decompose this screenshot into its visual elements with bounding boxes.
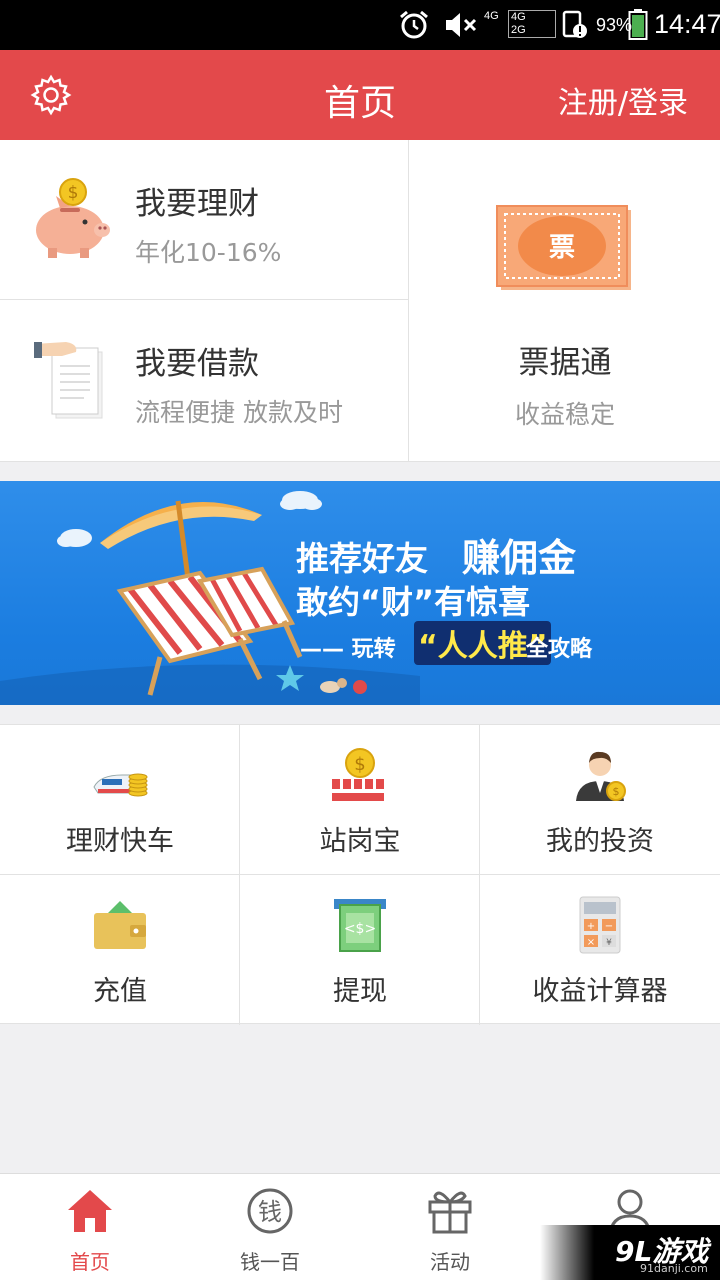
bill-subtitle: 收益稳定 xyxy=(514,400,615,429)
grid-label: 我的投资 xyxy=(546,826,654,857)
grid-label: 充值 xyxy=(93,976,147,1007)
banner-line1b: 赚佣金 xyxy=(462,536,577,580)
bill-ticket-icon: 票 xyxy=(496,205,631,290)
feature-cards: $ 我要理财 年化10-16% 我要借款 流程便捷 放款及时 票 票据通 收益稳… xyxy=(0,140,720,462)
svg-text:票: 票 xyxy=(549,233,575,263)
grid-label: 站岗宝 xyxy=(319,826,401,857)
invest-card[interactable]: $ 我要理财 年化10-16% xyxy=(0,140,408,300)
tab-label: 钱一百 xyxy=(240,1250,300,1274)
top-navbar: 首页 注册/登录 xyxy=(0,50,720,140)
svg-text:钱: 钱 xyxy=(258,1198,282,1226)
bill-card[interactable]: 票 票据通 收益稳定 xyxy=(408,140,720,462)
tab-money[interactable]: 钱 钱一百 xyxy=(180,1174,360,1280)
signal-indicator: 4G 2G xyxy=(508,10,556,38)
svg-text:$: $ xyxy=(68,183,79,203)
tab-activity[interactable]: 活动 xyxy=(360,1174,540,1280)
grid-label: 收益计算器 xyxy=(532,976,668,1007)
svg-text:−: − xyxy=(605,921,613,932)
grid-item-withdraw[interactable]: <$> 提现 xyxy=(240,875,480,1025)
banner-line1a: 推荐好友 xyxy=(296,539,428,578)
loan-title: 我要借款 xyxy=(135,346,259,382)
money-icon: 钱 xyxy=(247,1188,293,1234)
svg-text:$: $ xyxy=(613,785,620,798)
svg-text:×: × xyxy=(587,937,595,948)
invest-title: 我要理财 xyxy=(135,186,259,222)
calculator-icon: + −× ¥ xyxy=(579,896,621,954)
clock: 14:47 xyxy=(654,9,720,39)
train-coin-icon xyxy=(93,773,148,797)
grid-item-calculator[interactable]: + − × ¥ 收益计算器 xyxy=(480,875,720,1025)
grid-item-my-investment[interactable]: $ 我的投资 xyxy=(480,725,720,875)
svg-text:+: + xyxy=(587,921,595,932)
withdraw-icon: <$> xyxy=(334,899,386,952)
mute-icon xyxy=(446,13,477,37)
battery-percent: 93% xyxy=(596,15,633,35)
status-bar: 4G 4G 2G 93% 14:47 xyxy=(0,0,720,50)
watermark-url: 91danji.com xyxy=(640,1262,708,1275)
gift-icon xyxy=(428,1191,472,1234)
alarm-icon xyxy=(400,10,428,39)
svg-text:¥: ¥ xyxy=(606,938,612,948)
loan-card[interactable]: 我要借款 流程便捷 放款及时 xyxy=(0,300,408,462)
battery-icon xyxy=(628,9,648,40)
piggy-bank-icon: $ xyxy=(36,178,110,258)
wallet-icon xyxy=(94,901,146,949)
login-register-link[interactable]: 注册/登录 xyxy=(558,78,688,122)
invest-subtitle: 年化10-16% xyxy=(135,238,282,267)
tab-label: 活动 xyxy=(430,1250,470,1274)
banner-line3c: 全攻略 xyxy=(526,637,593,662)
grid-label: 提现 xyxy=(333,976,387,1007)
grid-item-standby[interactable]: $ 站岗宝 xyxy=(240,725,480,875)
bill-title: 票据通 xyxy=(518,345,612,381)
home-icon xyxy=(68,1190,112,1232)
banner-line3a: —— 玩转 xyxy=(300,637,396,662)
svg-text:$: $ xyxy=(354,754,365,775)
investor-icon: $ xyxy=(576,751,626,801)
svg-text:<$>: <$> xyxy=(344,921,376,937)
feature-grid: 理财快车 $ 站岗宝 $ 我的投资 充值 <$> 提现 + − × ¥ 收益计算… xyxy=(0,724,720,1025)
tab-label: 首页 xyxy=(70,1250,110,1274)
sim-alert-icon xyxy=(562,10,587,38)
coin-fence-icon: $ xyxy=(332,748,384,801)
tab-home[interactable]: 首页 xyxy=(0,1174,180,1280)
network-type: 4G xyxy=(484,10,499,22)
grid-item-recharge[interactable]: 充值 xyxy=(0,875,240,1025)
grid-label: 理财快车 xyxy=(66,826,174,857)
loan-subtitle: 流程便捷 放款及时 xyxy=(135,398,343,427)
document-hand-icon xyxy=(34,342,103,419)
grid-item-quick-finance[interactable]: 理财快车 xyxy=(0,725,240,875)
promo-banner[interactable]: 推荐好友 赚佣金 敢约“财”有惊喜 —— 玩转 “人人推” 全攻略 xyxy=(0,481,720,705)
banner-line2: 敢约“财”有惊喜 xyxy=(296,583,531,621)
